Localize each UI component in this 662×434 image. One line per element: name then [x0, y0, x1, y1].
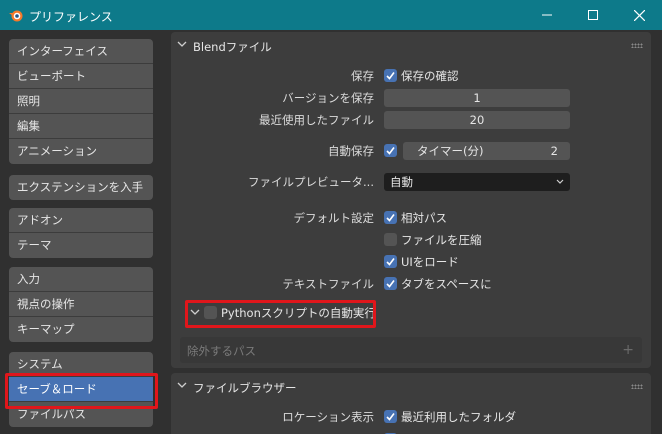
sidebar-group-interface: インターフェイス ビューポート 照明 編集 アニメーション	[9, 39, 153, 164]
sidebar-item-addons[interactable]: アドオン	[9, 208, 153, 233]
exclude-paths-label: 除外するパス	[187, 344, 256, 358]
tabs-as-spaces-label: タブをスペースに	[401, 277, 492, 291]
minimize-button[interactable]	[524, 0, 570, 30]
autosave-timer-value: 2	[550, 144, 558, 158]
title-bar: プリファレンス	[0, 0, 662, 30]
save-versions-field[interactable]: 1	[384, 89, 570, 107]
file-preview-type-label: ファイルプレビュータ...	[248, 175, 374, 189]
chevron-down-icon	[556, 179, 564, 184]
compress-file-label: ファイルを圧縮	[401, 233, 482, 247]
maximize-icon	[588, 10, 598, 20]
checkmark-icon	[386, 214, 395, 222]
sidebar-item-interface[interactable]: インターフェイス	[9, 39, 153, 64]
drag-grip-icon[interactable]	[631, 384, 643, 389]
main-content: Blendファイル 保存 保存の確認 バージョンを保存 1 最近使用したファイル…	[162, 30, 662, 434]
recent-files-field[interactable]: 20	[384, 111, 570, 129]
blend-file-panel-header[interactable]: Blendファイル	[171, 32, 651, 60]
sidebar-item-lights[interactable]: 照明	[9, 89, 153, 114]
maximize-button[interactable]	[570, 0, 616, 30]
close-icon	[633, 9, 645, 21]
checkmark-icon	[386, 413, 395, 421]
save-load-highlight	[5, 373, 158, 409]
close-button[interactable]	[616, 0, 662, 30]
recent-folders-checkbox[interactable]	[384, 410, 397, 423]
minimize-icon	[542, 14, 552, 16]
text-files-label: テキストファイル	[282, 277, 374, 291]
checkmark-icon	[386, 72, 395, 80]
checkmark-icon	[386, 280, 395, 288]
sidebar-group-input: 入力 視点の操作 キーマップ	[9, 267, 153, 342]
compress-file-checkbox[interactable]	[384, 233, 397, 246]
tabs-as-spaces-checkbox[interactable]	[384, 277, 397, 290]
chevron-down-icon	[177, 382, 187, 388]
relative-paths-checkbox[interactable]	[384, 211, 397, 224]
sidebar-item-animation[interactable]: アニメーション	[9, 139, 153, 164]
blend-file-panel: Blendファイル 保存 保存の確認 バージョンを保存 1 最近使用したファイル…	[171, 32, 651, 368]
sidebar-item-themes[interactable]: テーマ	[9, 233, 153, 258]
recent-folders-label: 最近利用したフォルダ	[401, 410, 516, 424]
file-preview-type-dropdown[interactable]: 自動	[384, 173, 570, 191]
chevron-down-icon	[177, 41, 187, 47]
autosave-label: 自動保存	[328, 144, 374, 158]
locations-label: ロケーション表示	[282, 410, 374, 424]
window-title: プリファレンス	[29, 10, 113, 24]
autosave-timer-field[interactable]: タイマー(分) 2	[403, 142, 570, 160]
sidebar-item-navigation[interactable]: 視点の操作	[9, 292, 153, 317]
sidebar-group-addons: アドオン テーマ	[9, 208, 153, 258]
sidebar-item-keymap[interactable]: キーマップ	[9, 317, 153, 342]
blender-logo-icon	[9, 10, 23, 22]
sidebar-item-editing[interactable]: 編集	[9, 114, 153, 139]
exclude-paths-row[interactable]: 除外するパス +	[180, 337, 642, 363]
checkmark-icon	[386, 258, 395, 266]
load-ui-label: UIをロード	[401, 255, 459, 269]
python-autoexec-highlight	[185, 300, 376, 328]
checkmark-icon	[386, 147, 395, 155]
save-label: 保存	[351, 69, 374, 83]
file-browser-panel: ファイルブラウザー ロケーション表示 最近利用したフォルダ	[171, 373, 651, 434]
file-preview-type-value: 自動	[390, 175, 413, 189]
drag-grip-icon[interactable]	[631, 43, 643, 48]
save-confirm-label: 保存の確認	[401, 69, 459, 83]
sidebar: インターフェイス ビューポート 照明 編集 アニメーション エクステンションを入…	[0, 30, 162, 434]
sidebar-item-get-extensions[interactable]: エクステンションを入手	[9, 175, 153, 200]
file-browser-panel-title: ファイルブラウザー	[193, 381, 297, 395]
autosave-timer-label: タイマー(分)	[417, 144, 484, 158]
autosave-checkbox[interactable]	[384, 144, 397, 157]
save-confirm-checkbox[interactable]	[384, 69, 397, 82]
sidebar-group-extensions: エクステンションを入手	[9, 175, 153, 200]
sidebar-item-input[interactable]: 入力	[9, 267, 153, 292]
add-exclude-path-icon[interactable]: +	[622, 342, 634, 358]
save-versions-label: バージョンを保存	[282, 91, 374, 105]
recent-files-label: 最近使用したファイル	[259, 113, 374, 127]
load-ui-checkbox[interactable]	[384, 255, 397, 268]
default-settings-label: デフォルト設定	[293, 211, 375, 225]
sidebar-item-viewport[interactable]: ビューポート	[9, 64, 153, 89]
relative-paths-label: 相対パス	[401, 211, 447, 225]
blend-file-panel-title: Blendファイル	[193, 40, 272, 54]
file-browser-panel-header[interactable]: ファイルブラウザー	[171, 373, 651, 401]
